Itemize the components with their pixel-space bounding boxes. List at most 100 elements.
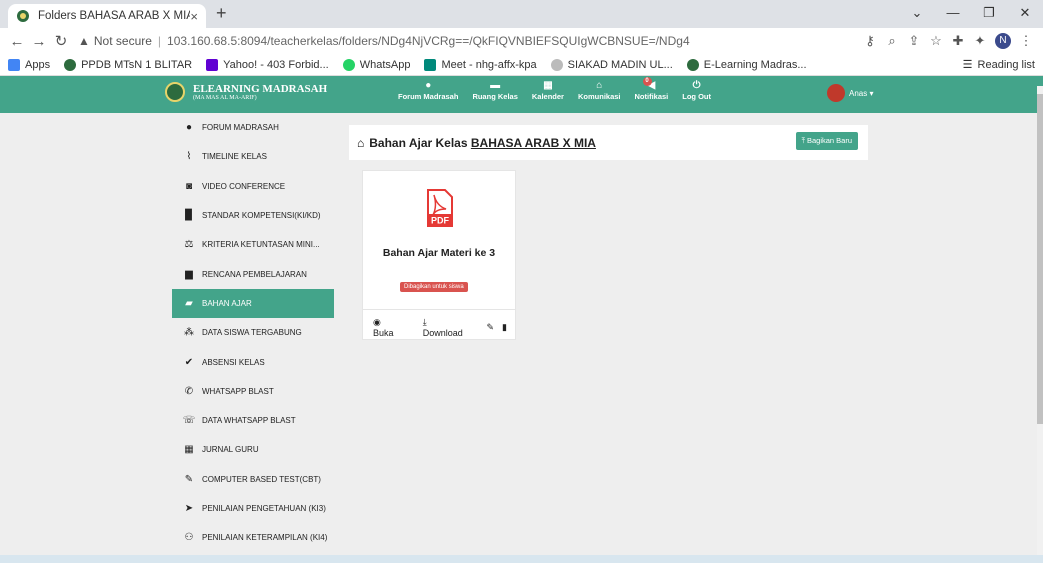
balance-icon: ⚖ [184,239,194,251]
url-text[interactable]: 103.160.68.5:8094/teacherkelas/folders/N… [167,34,690,48]
browser-tab[interactable]: Folders BAHASA ARAB X MIA × [8,4,206,28]
profile-avatar[interactable]: N [995,33,1011,49]
sidebar-item-forum-madrasah[interactable]: ● FORUM MADRASAH [172,113,334,142]
plane-icon: ➤ [184,503,194,514]
browser-tab-strip: Folders BAHASA ARAB X MIA × + ⌄ — ❐ ✕ [0,0,1043,28]
chat-icon: ● [425,80,432,91]
bookmark-meet[interactable]: Meet - nhg-affx-kpa [424,58,537,71]
madrasah-icon [64,58,77,71]
warning-icon: ▲ [78,34,90,48]
key-icon[interactable]: ⚷ [859,33,881,49]
shared-status-badge: Dibagikan untuk siswa [400,282,468,292]
download-button[interactable]: ⤓ Download [423,317,479,338]
bookmark-siakad[interactable]: SIAKAD MADIN UL... [550,58,673,71]
reading-list-icon: ☰ [962,59,973,71]
sidebar-item-penilaian-pengetahuan[interactable]: ➤ PENILAIAN PENGETAHUAN (KI3) [172,494,334,523]
share-new-button[interactable]: ⤒ Bagikan Baru [795,132,858,150]
share-icon[interactable]: ⇪ [903,33,925,49]
notification-badge: 0 [642,77,652,86]
restore-icon[interactable]: ❐ [971,0,1007,28]
pdf-file-icon: PDF [427,189,453,227]
app-header: ELEARNING MADRASAH (MA MAS AL MA-ARIF) ●… [0,76,1043,113]
sidebar-item-video-conference[interactable]: ◙ VIDEO CONFERENCE [172,172,334,201]
user-name: Anas ▾ [849,88,874,98]
bookmark-elearning[interactable]: E-Learning Madras... [686,58,807,71]
class-name-link[interactable]: BAHASA ARAB X MIA [471,136,596,150]
sidebar-item-cbt[interactable]: ✎ COMPUTER BASED TEST(CBT) [172,465,334,494]
camera-icon: ◙ [185,180,193,192]
bookmark-whatsapp[interactable]: WhatsApp [342,58,410,71]
brand-subtitle: (MA MAS AL MA-ARIF) [193,94,257,101]
calendar-grid-icon: ▦ [184,444,194,456]
users-chat-icon: ● [185,122,193,134]
reload-icon[interactable]: ↻ [50,32,72,50]
sidebar-item-bahan-ajar[interactable]: ▰ BAHAN AJAR [172,288,334,319]
madrasah-logo-icon [165,82,185,102]
nav-notifikasi[interactable]: ◀ 0 Notifikasi [635,77,668,101]
bookmark-ppdb[interactable]: PPDB MTsN 1 BLITAR [64,58,192,71]
page-scrollbar[interactable] [1037,86,1043,555]
new-tab-button[interactable]: + [216,3,227,24]
zoom-icon[interactable]: ⌕ [881,33,903,49]
brand-name: ELEARNING MADRASAH [193,82,328,95]
sidebar-item-jurnal-guru[interactable]: ▦ JURNAL GURU [172,435,334,464]
edit-icon: ✎ [184,473,194,485]
content-area: ● FORUM MADRASAH ⌇ TIMELINE KELAS ◙ VIDEO C… [0,113,1043,563]
madrasah-icon [686,58,699,71]
window-controls: ⌄ — ❐ ✕ [899,0,1043,28]
briefcase-icon: ▆ [185,268,193,280]
calendar-icon: ▦ [543,80,553,91]
nav-kalender[interactable]: ▦ Kalender [532,80,564,101]
edit-icon[interactable]: ✎ [487,322,495,333]
reading-list-button[interactable]: ☰ Reading list [962,58,1035,72]
eye-icon: ◉ [373,317,381,327]
top-nav: ● Forum Madrasah ▬ Ruang Kelas ▦ Kalender ⌂… [398,77,725,101]
tab-close-icon[interactable]: × [190,9,198,24]
material-card[interactable]: PDF Bahan Ajar Materi ke 3 Dibagikan unt… [362,170,516,340]
sidebar-item-data-whatsapp-blast[interactable]: ☏ DATA WHATSAPP BLAST [172,406,334,435]
sidebar: ● FORUM MADRASAH ⌇ TIMELINE KELAS ◙ VIDEO C… [172,113,334,553]
user-menu[interactable]: Anas ▾ [827,84,873,102]
sidebar-item-penilaian-keterampilan[interactable]: ⚇ PENILAIAN KETERAMPILAN (KI4) [172,523,334,552]
address-bar[interactable]: ▲ Not secure | 103.160.68.5:8094/teacher… [78,34,853,48]
back-icon[interactable]: ← [6,33,28,50]
check-icon: ✔ [184,356,194,368]
nav-log-out[interactable]: ⏻ Log Out [682,80,711,101]
page-title: Bahan Ajar Kelas BAHASA ARAB X MIA [369,135,596,150]
sidebar-item-kriteria-ketuntasan[interactable]: ⚖ KRITERIA KETUNTASAN MINI... [172,230,334,259]
forward-icon[interactable]: → [28,33,50,50]
sidebar-item-data-siswa[interactable]: ⁂ DATA SISWA TERGABUNG [172,318,334,347]
status-bar [0,555,1043,563]
bookmark-yahoo[interactable]: Yahoo! - 403 Forbid... [206,58,329,71]
power-icon: ⏻ [692,80,701,91]
sidebar-item-standar-kompetensi[interactable]: ▉ STANDAR KOMPETENSI(KI/KD) [172,201,334,230]
user-avatar [827,84,845,102]
extension-pin-icon[interactable]: ✚ [947,33,969,49]
sidebar-item-absensi-kelas[interactable]: ✔ ABSENSI KELAS [172,347,334,376]
not-secure-label: Not secure [93,34,152,48]
nav-ruang-kelas[interactable]: ▬ Ruang Kelas [472,80,517,101]
home-icon: ⌂ [596,80,603,91]
scrollbar-thumb[interactable] [1037,94,1043,424]
sidebar-item-rencana-pembelajaran[interactable]: ▆ RENCANA PEMBELAJARAN [172,259,334,288]
tab-search-icon[interactable]: ⌄ [899,0,935,28]
rss-icon: ⌇ [186,151,192,163]
bookmark-star-icon[interactable]: ☆ [925,33,947,49]
extensions-puzzle-icon[interactable]: ✦ [969,33,991,49]
card-actions: ◉ Buka ⤓ Download ✎ ▮ [373,317,515,338]
sidebar-item-timeline-kelas[interactable]: ⌇ TIMELINE KELAS [172,142,334,171]
home-icon: ⌂ [357,135,365,150]
minimize-icon[interactable]: — [935,0,971,28]
phone-volume-icon: ☏ [182,415,196,427]
nav-komunikasi[interactable]: ⌂ Komunikasi [578,80,621,101]
close-window-icon[interactable]: ✕ [1007,0,1043,28]
open-button[interactable]: ◉ Buka [373,317,415,338]
delete-icon[interactable]: ▮ [502,322,507,333]
url-separator: | [157,34,162,48]
bookmark-apps[interactable]: Apps [8,58,50,71]
nav-forum-madrasah[interactable]: ● Forum Madrasah [398,80,458,101]
brand[interactable]: ELEARNING MADRASAH (MA MAS AL MA-ARIF) [165,82,327,102]
menu-kebab-icon[interactable]: ⋮ [1015,33,1037,49]
sidebar-item-whatsapp-blast[interactable]: ✆ WHATSAPP BLAST [172,377,334,406]
bookmarks-bar: Apps PPDB MTsN 1 BLITAR Yahoo! - 403 For… [0,54,1043,76]
